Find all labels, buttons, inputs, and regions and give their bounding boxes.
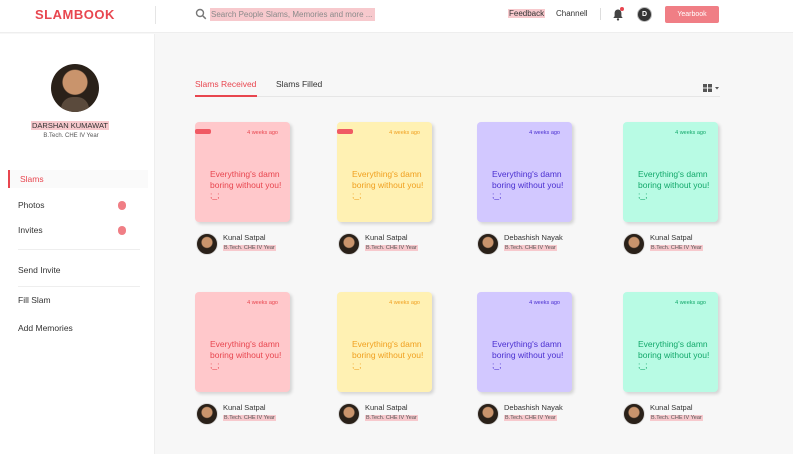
sidebar-item-fill-slam[interactable]: Fill Slam (8, 291, 148, 309)
sidebar-item-label: Slams (20, 174, 44, 184)
sidebar-item-label: Photos (18, 200, 45, 210)
user-avatar[interactable]: D (637, 7, 652, 22)
author-subtitle: B.Tech. CHE IV Year (223, 245, 276, 251)
card-author[interactable]: Kunal Satpal B.Tech. CHE IV Year (338, 403, 458, 427)
author-subtitle: B.Tech. CHE IV Year (365, 415, 418, 421)
divider (18, 286, 140, 287)
author-name: Kunal Satpal (223, 403, 266, 412)
sidebar-item-invites[interactable]: Invites (8, 221, 148, 239)
sidebar-item-label: Invites (18, 225, 43, 235)
author-name: Kunal Satpal (650, 233, 693, 242)
notification-badge (118, 226, 126, 235)
divider (18, 249, 140, 250)
card-time: 4 weeks ago (247, 130, 278, 136)
author-name: Kunal Satpal (365, 233, 408, 242)
slam-card[interactable]: 4 weeks ago Everything's damn boring wit… (477, 122, 572, 222)
slam-card[interactable]: 4 weeks ago Everything's damn boring wit… (337, 122, 432, 222)
slam-card[interactable]: 4 weeks ago Everything's damn boring wit… (623, 122, 718, 222)
card-author[interactable]: Debashish Nayak B.Tech. CHE IV Year (477, 403, 597, 427)
sidebar-item-label: Add Memories (18, 323, 73, 333)
avatar (196, 403, 218, 425)
author-name: Debashish Nayak (504, 403, 563, 412)
tabs-divider (195, 96, 720, 97)
author-subtitle: B.Tech. CHE IV Year (650, 245, 703, 251)
card-message: Everything's damn boring without you! ;_… (492, 169, 564, 200)
card-message: Everything's damn boring without you! ;_… (210, 169, 282, 200)
search-icon (195, 8, 207, 20)
search-input[interactable] (210, 8, 375, 21)
author-name: Debashish Nayak (504, 233, 563, 242)
card-author[interactable]: Kunal Satpal B.Tech. CHE IV Year (338, 233, 458, 257)
sidebar-item-add-memories[interactable]: Add Memories (8, 319, 148, 337)
card-time: 4 weeks ago (529, 300, 560, 306)
card-message: Everything's damn boring without you! ;_… (638, 339, 710, 370)
divider (155, 6, 156, 24)
sidebar-item-slams[interactable]: Slams (8, 170, 148, 188)
card-message: Everything's damn boring without you! ;_… (638, 169, 710, 200)
profile-name: DARSHAN KUMAWAT (31, 121, 109, 130)
card-tag (195, 129, 211, 134)
slam-card[interactable]: 4 weeks ago Everything's damn boring wit… (195, 292, 290, 392)
yearbook-button[interactable]: Yearbook (665, 6, 719, 23)
tab-slams-filled[interactable]: Slams Filled (276, 79, 322, 89)
avatar (477, 403, 499, 425)
author-name: Kunal Satpal (223, 233, 266, 242)
author-subtitle: B.Tech. CHE IV Year (223, 415, 276, 421)
sidebar-item-label: Fill Slam (18, 295, 51, 305)
card-time: 4 weeks ago (675, 300, 706, 306)
card-author[interactable]: Kunal Satpal B.Tech. CHE IV Year (196, 403, 316, 427)
card-time: 4 weeks ago (389, 130, 420, 136)
avatar (623, 233, 645, 255)
slam-card[interactable]: 4 weeks ago Everything's damn boring wit… (477, 292, 572, 392)
card-message: Everything's damn boring without you! ;_… (210, 339, 282, 370)
avatar (477, 233, 499, 255)
notification-badge (118, 201, 126, 210)
sidebar-item-photos[interactable]: Photos (8, 196, 148, 214)
author-name: Kunal Satpal (365, 403, 408, 412)
grid-view-icon[interactable] (703, 83, 720, 93)
avatar (196, 233, 218, 255)
active-tab-indicator (195, 95, 257, 97)
card-tag (337, 129, 353, 134)
top-bar: SLAMBOOK Feedback Channell D Yearbook (0, 0, 793, 33)
card-time: 4 weeks ago (389, 300, 420, 306)
card-author[interactable]: Kunal Satpal B.Tech. CHE IV Year (623, 233, 743, 257)
avatar (338, 233, 360, 255)
divider (600, 8, 601, 20)
card-author[interactable]: Kunal Satpal B.Tech. CHE IV Year (623, 403, 743, 427)
slam-card[interactable]: 4 weeks ago Everything's damn boring wit… (623, 292, 718, 392)
notification-dot (620, 7, 624, 11)
card-author[interactable]: Kunal Satpal B.Tech. CHE IV Year (196, 233, 316, 257)
author-subtitle: B.Tech. CHE IV Year (650, 415, 703, 421)
feedback-link[interactable]: Feedback (508, 9, 546, 18)
card-author[interactable]: Debashish Nayak B.Tech. CHE IV Year (477, 233, 597, 257)
sidebar-item-send-invite[interactable]: Send Invite (8, 261, 148, 279)
author-subtitle: B.Tech. CHE IV Year (504, 415, 557, 421)
card-time: 4 weeks ago (247, 300, 278, 306)
card-message: Everything's damn boring without you! ;_… (352, 169, 424, 200)
tab-slams-received[interactable]: Slams Received (195, 79, 256, 89)
slam-card[interactable]: 4 weeks ago Everything's damn boring wit… (337, 292, 432, 392)
channel-link[interactable]: Channell (556, 9, 588, 18)
logo[interactable]: SLAMBOOK (35, 7, 115, 22)
card-message: Everything's damn boring without you! ;_… (492, 339, 564, 370)
author-name: Kunal Satpal (650, 403, 693, 412)
sidebar-item-label: Send Invite (18, 265, 61, 275)
profile-photo[interactable] (51, 64, 99, 112)
card-time: 4 weeks ago (675, 130, 706, 136)
avatar (338, 403, 360, 425)
author-subtitle: B.Tech. CHE IV Year (365, 245, 418, 251)
card-message: Everything's damn boring without you! ;_… (352, 339, 424, 370)
profile-subtitle: B.Tech. CHE IV Year (43, 133, 99, 139)
sidebar: DARSHAN KUMAWAT B.Tech. CHE IV Year Slam… (0, 34, 155, 454)
card-time: 4 weeks ago (529, 130, 560, 136)
slam-card[interactable]: 4 weeks ago Everything's damn boring wit… (195, 122, 290, 222)
avatar (623, 403, 645, 425)
author-subtitle: B.Tech. CHE IV Year (504, 245, 557, 251)
